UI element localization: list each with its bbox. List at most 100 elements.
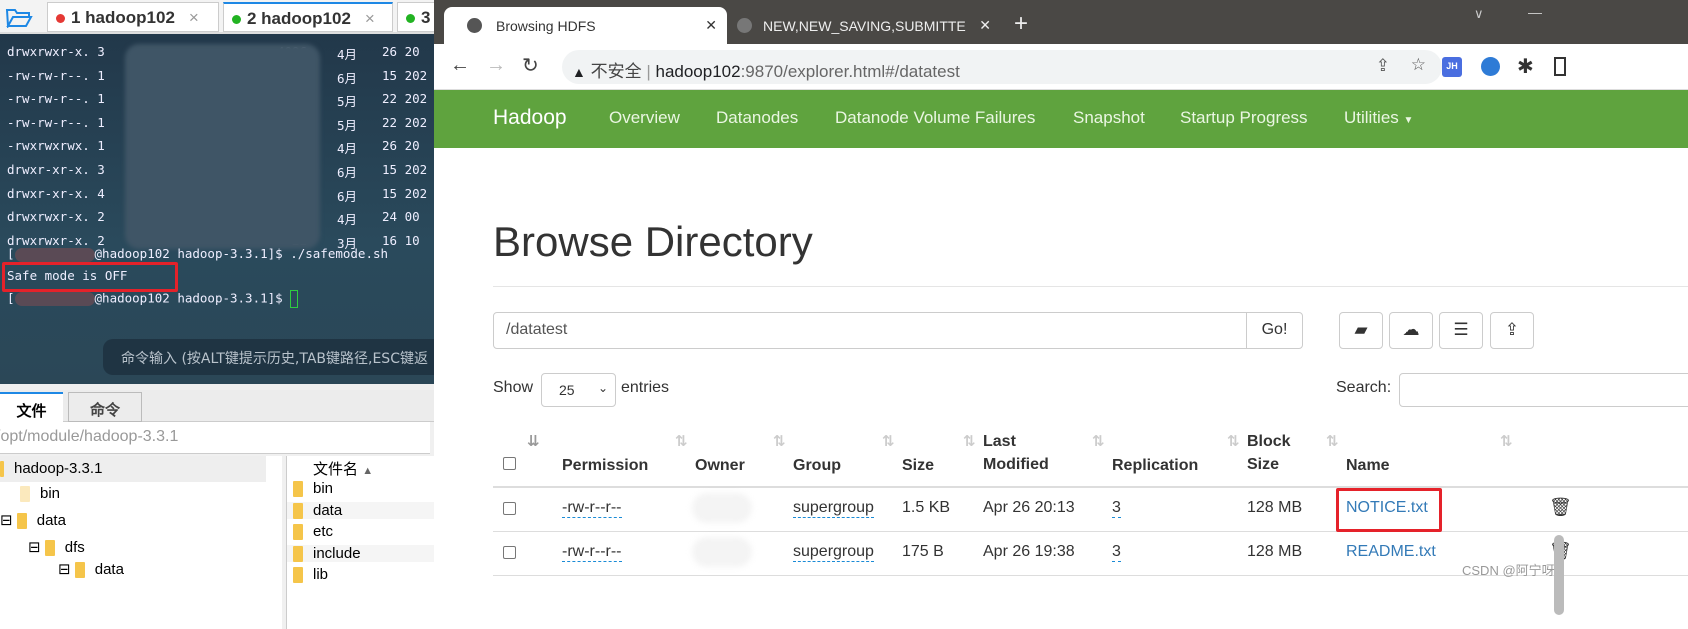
url-input[interactable]: ▲ 不安全 | hadoop102:9870/explorer.html#/da… [562,50,1442,84]
sort-icon[interactable]: ⇅ [675,432,688,450]
nav-overview[interactable]: Overview [609,108,680,128]
tree-item[interactable]: ⊟ dfs [28,538,85,557]
tab-files[interactable]: 文件 [0,392,63,422]
sort-icon[interactable]: ⇊ [527,432,540,450]
column-header[interactable]: Replication [1112,454,1198,477]
address-bar: ← → ↻ ▲ 不安全 | hadoop102:9870/explorer.ht… [434,44,1688,90]
directory-path-input[interactable]: /datatest [493,312,1247,349]
file-list-item[interactable]: data [287,501,434,519]
sidepanel-icon[interactable] [1554,57,1566,76]
modified-cell: Apr 26 19:38 [983,543,1075,560]
file-list-item[interactable]: bin [287,480,434,498]
close-icon[interactable]: ✕ [975,17,991,34]
path-field[interactable]: /opt/module/hadoop-3.3.1 [0,422,430,454]
command-input-hint[interactable]: 命令输入 (按ALT键提示历史,TAB键路径,ESC键返 [103,339,434,375]
hadoop-navbar: Hadoop Overview Datanodes Datanode Volum… [434,90,1688,148]
tree-item[interactable]: bin [20,485,60,503]
extension-globe-icon[interactable] [1481,57,1500,76]
scrollbar[interactable] [1554,535,1564,615]
column-header[interactable]: Permission [562,454,648,477]
close-icon[interactable]: ✕ [705,17,717,34]
new-tab-button[interactable]: + [1014,10,1028,38]
sort-icon[interactable]: ⇅ [1092,432,1105,450]
sort-icon[interactable]: ⇅ [882,432,895,450]
block-size-cell: 128 MB [1247,499,1303,516]
close-icon[interactable]: × [189,8,199,27]
reload-icon[interactable]: ↻ [522,53,539,78]
replication-cell[interactable]: 3 [1112,499,1121,518]
session-tab-3[interactable]: 3 had [397,2,434,32]
extension-jh-icon[interactable]: JH [1442,57,1462,77]
move-button[interactable]: ⇪ [1490,312,1534,349]
minimize-button[interactable]: — [1528,4,1542,20]
tree-item[interactable]: ⊟ data [58,560,124,579]
search-label: Search: [1336,379,1392,396]
tab-yarn[interactable]: NEW,NEW_SAVING,SUBMITTE ✕ [727,7,997,44]
search-input[interactable] [1399,373,1688,407]
file-list-item[interactable]: include [287,544,434,562]
share-icon[interactable]: ⇪ [1376,56,1390,76]
group-cell[interactable]: supergroup [793,499,874,518]
create-directory-button[interactable]: ▰ [1339,312,1383,349]
name-link[interactable]: README.txt [1346,543,1436,561]
tab-search-icon[interactable]: ∨ [1474,6,1484,22]
column-header[interactable]: Owner [695,454,745,477]
close-icon[interactable]: × [365,9,375,28]
tree-item[interactable]: ⊟ data [0,511,66,530]
sort-icon[interactable]: ⇅ [963,432,976,450]
prompt-line: [@hadoop102 hadoop-3.3.1]$ [7,290,299,308]
nav-datanodes[interactable]: Datanodes [716,108,798,128]
nav-volume-failures[interactable]: Datanode Volume Failures [835,108,1035,128]
ssh-client-panel: 1 hadoop102× 2 hadoop102× 3 had drwxrwxr… [0,0,434,629]
entries-select[interactable]: 25 ⌄ [541,373,616,407]
folder-open-icon[interactable] [5,6,33,28]
terminal-line: drwxrwxr-x. 2264月24 00 [7,209,420,228]
nav-startup-progress[interactable]: Startup Progress [1180,108,1308,128]
bookmark-star-icon[interactable]: ☆ [1411,55,1426,75]
terminal[interactable]: drwxrwxr-x. 340964月26 20 -rw-rw-r--. 1294… [0,34,434,384]
go-button[interactable]: Go! [1246,312,1303,349]
permission-cell[interactable]: -rw-r--r-- [562,543,622,562]
show-label: Show [493,379,534,396]
sort-icon[interactable]: ⇅ [1500,432,1513,450]
sort-icon[interactable]: ⇅ [1326,432,1339,450]
sort-icon[interactable]: ⇅ [773,432,786,450]
cut-paste-button[interactable]: ☰ [1439,312,1483,349]
upload-button[interactable]: ☁ [1389,312,1433,349]
terminal-line: -rw-rw-r--. 115415月22 202 [7,91,428,110]
column-header[interactable]: Block Size [1247,430,1317,476]
row-checkbox[interactable] [503,502,516,515]
forward-icon[interactable]: → [486,54,506,77]
tree-item[interactable]: hadoop-3.3.1 [0,456,266,482]
column-header-filename[interactable]: 文件名 ▲ [313,458,373,479]
session-tab-1[interactable]: 1 hadoop102 × [47,2,219,32]
brand-link[interactable]: Hadoop [493,106,567,130]
terminal-line: -rw-rw-r--. 11755月22 202 [7,114,428,133]
file-list-item[interactable]: lib [287,566,434,584]
block-size-cell: 128 MB [1247,543,1303,560]
file-list[interactable]: 文件名 ▲ bin data etc include lib [286,456,434,629]
column-header[interactable]: Size [902,454,934,477]
row-checkbox[interactable] [503,546,516,559]
extensions-puzzle-icon[interactable]: ✱ [1517,54,1534,79]
terminal-line: drwxr-xr-x. 340966月15 202 [7,162,428,180]
column-header[interactable]: Name [1346,454,1390,477]
status-dot [406,14,415,23]
replication-cell[interactable]: 3 [1112,543,1121,562]
file-list-item[interactable]: etc [287,523,434,541]
column-header[interactable]: Group [793,454,841,477]
folder-tree[interactable]: hadoop-3.3.1 bin ⊟ data ⊟ dfs ⊟ data [0,456,282,629]
session-tab-2[interactable]: 2 hadoop102 × [223,2,393,32]
nav-snapshot[interactable]: Snapshot [1073,108,1145,128]
back-icon[interactable]: ← [450,54,470,77]
tab-browsing-hdfs[interactable]: Browsing HDFS ✕ [444,7,727,44]
group-cell[interactable]: supergroup [793,543,874,562]
select-all-checkbox[interactable] [503,457,516,470]
permission-cell[interactable]: -rw-r--r-- [562,499,622,518]
column-header[interactable]: Last Modified [983,430,1053,476]
sort-icon[interactable]: ⇅ [1227,432,1240,450]
trash-icon[interactable]: 🗑 [1549,497,1572,518]
browser-window: Browsing HDFS ✕ NEW,NEW_SAVING,SUBMITTE … [434,0,1688,629]
tab-commands[interactable]: 命令 [68,392,142,422]
nav-utilities[interactable]: Utilities ▼ [1344,108,1413,128]
